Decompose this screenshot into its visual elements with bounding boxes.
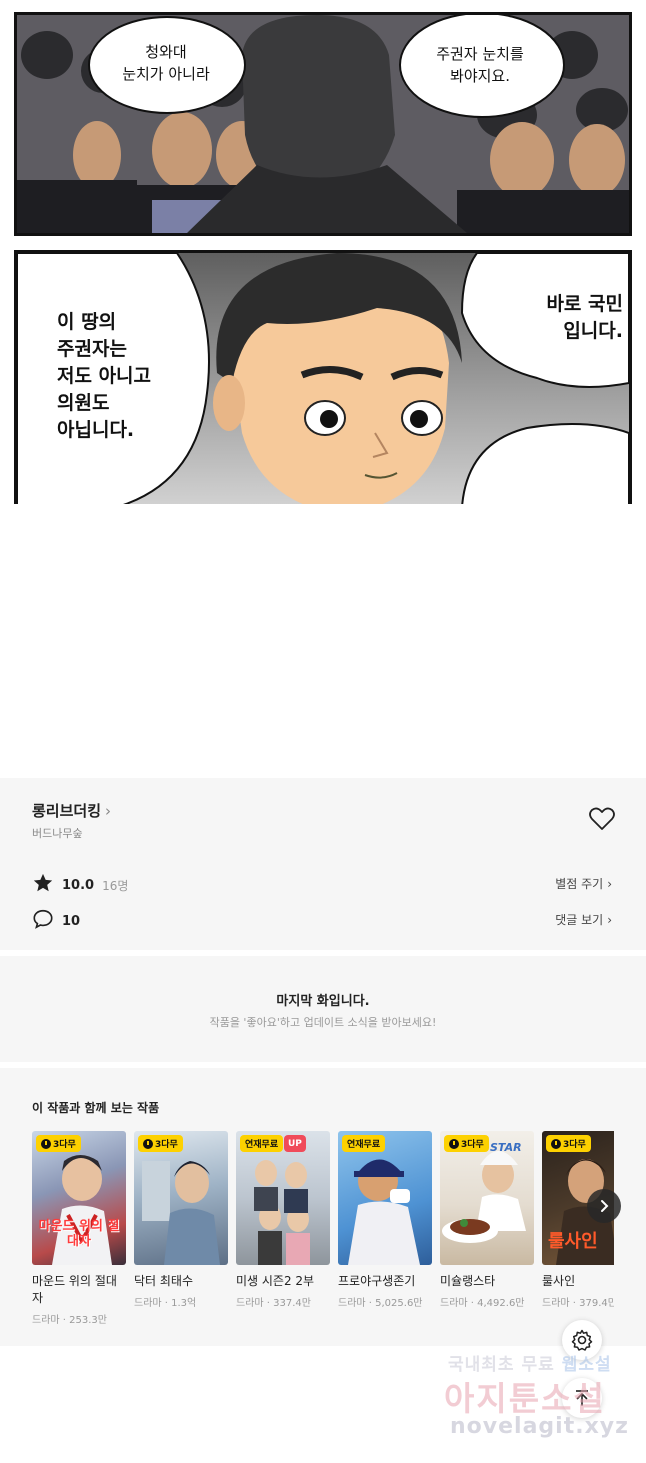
clock-icon	[449, 1138, 459, 1149]
work-meta: 드라마 · 4,492.6만	[440, 1298, 525, 1309]
cover-title-text: 룰사인	[548, 1231, 598, 1252]
work-title: 룰사인	[542, 1274, 576, 1288]
work-card[interactable]: 3다무 닥터 최태수 드라마 · 1.3억	[134, 1131, 228, 1309]
site-watermark: 국내최초 무료 웹소설 아지툰소설 novelagit.xyz	[444, 1348, 640, 1448]
work-title: 프로야구생존기	[338, 1274, 416, 1288]
viewer-settings-button[interactable]	[562, 1320, 602, 1360]
bubble-line: 입니다.	[563, 320, 623, 342]
comment-row: 10	[32, 908, 80, 934]
bubble-line: 이 땅의	[57, 311, 117, 333]
clock-icon	[41, 1138, 51, 1149]
work-title: 마운드 위의 절대자	[32, 1274, 117, 1305]
work-card[interactable]: 3다무 마운드 위의 절대자 마운드 위의 절대자 드라마 · 253.3만	[32, 1131, 126, 1326]
carousel-next-button[interactable]	[587, 1189, 621, 1223]
bubble-line: 주권자 눈치를	[436, 45, 524, 63]
bubble-line: 바로 국민	[546, 293, 623, 315]
work-thumbnail: 연재무료	[338, 1131, 432, 1265]
wait-free-badge: 3다무	[138, 1135, 183, 1152]
bubble-line: 아닙니다.	[57, 419, 135, 441]
bubble-line: 의원도	[57, 392, 110, 414]
series-title: 롱리브더킹	[32, 802, 102, 820]
clock-icon	[551, 1138, 561, 1149]
last-episode-subtitle: 작품을 '좋아요'하고 업데이트 소식을 받아보세요!	[209, 1016, 437, 1029]
rate-button[interactable]: 별점 주기 ›	[555, 875, 612, 892]
watermark-line: 국내최초 무료	[448, 1355, 555, 1375]
recommendation-carousel[interactable]: 3다무 마운드 위의 절대자 마운드 위의 절대자 드라마 · 253.3만 3…	[32, 1131, 614, 1341]
work-title: 닥터 최태수	[134, 1274, 194, 1288]
work-meta: 드라마 · 337.4만	[236, 1298, 311, 1309]
chevron-right-icon: ›	[105, 801, 112, 820]
work-thumbnail: 3다무	[134, 1131, 228, 1265]
rate-button-label: 별점 주기	[555, 877, 604, 891]
rating-row: 10.0 16명	[32, 872, 128, 898]
heart-outline-icon[interactable]	[588, 806, 616, 832]
work-thumbnail: 3다무 STAR	[440, 1131, 534, 1265]
wait-free-badge: 3다무	[546, 1135, 591, 1152]
work-title: 미슐랭스타	[440, 1274, 496, 1288]
comic-panel-1: 청와대 눈치가 아니라 주권자 눈치를 봐야지요.	[14, 12, 632, 236]
series-author: 버드나무숲	[32, 827, 83, 840]
comic-panel-2: 이 땅의 주권자는 저도 아니고 의원도 아닙니다. 바로 국민 입니다.	[14, 250, 632, 504]
bubble-line: 청와대	[145, 43, 187, 61]
speech-bubble-icon	[32, 908, 54, 934]
comments-button[interactable]: 댓글 보기 ›	[555, 911, 612, 928]
work-meta: 드라마 · 379.4만	[542, 1298, 614, 1309]
cover-title-text: STAR	[490, 1141, 522, 1154]
comments-button-label: 댓글 보기	[555, 913, 604, 927]
work-meta: 드라마 · 1.3억	[134, 1298, 197, 1309]
free-serial-badge: 연재무료	[240, 1135, 284, 1152]
bubble-line: 눈치가 아니라	[122, 65, 210, 83]
work-card[interactable]: 연재무료 프로야구생존기 드라마 · 5,025.6만	[338, 1131, 432, 1309]
star-icon	[32, 872, 54, 898]
cover-title-text: 마운드 위의 절대자	[38, 1219, 120, 1249]
last-episode-title: 마지막 화입니다.	[276, 994, 370, 1009]
update-badge: UP	[284, 1135, 306, 1152]
work-meta: 드라마 · 253.3만	[32, 1315, 107, 1326]
last-episode-notice: 마지막 화입니다. 작품을 '좋아요'하고 업데이트 소식을 받아보세요!	[0, 956, 646, 1062]
work-thumbnail: 3다무 마운드 위의 절대자	[32, 1131, 126, 1265]
work-card[interactable]: 연재무료 UP 미생 시즌2 2부 드라마 · 337.4만	[236, 1131, 330, 1309]
watermark-line: novelagit.xyz	[450, 1414, 629, 1439]
wait-free-badge: 3다무	[444, 1135, 489, 1152]
bubble-line: 저도 아니고	[57, 365, 152, 387]
arrow-up-icon	[576, 1390, 588, 1406]
work-meta: 드라마 · 5,025.6만	[338, 1298, 423, 1309]
rating-value: 10.0	[62, 877, 95, 893]
recommendation-title: 이 작품과 함께 보는 작품	[32, 1101, 160, 1115]
series-info-section: 롱리브더킹 › 버드나무숲 10.0 16명 별점 주기 › 10 댓글 보기 …	[0, 778, 646, 950]
bubble-line: 봐야지요.	[450, 67, 510, 85]
wait-free-badge: 3다무	[36, 1135, 81, 1152]
work-title: 미생 시즌2 2부	[236, 1274, 315, 1288]
free-serial-badge: 연재무료	[342, 1135, 386, 1152]
work-card[interactable]: 3다무 STAR 미슐랭스타 드라마 · 4,492.6만	[440, 1131, 534, 1309]
work-thumbnail: 연재무료 UP	[236, 1131, 330, 1265]
comment-count: 10	[62, 913, 81, 929]
gear-icon	[571, 1329, 593, 1351]
chevron-right-icon: ›	[607, 912, 612, 927]
bubble-line: 주권자는	[57, 338, 127, 360]
series-title-link[interactable]: 롱리브더킹 ›	[32, 800, 111, 821]
chevron-right-icon	[601, 1200, 609, 1212]
scroll-top-button[interactable]	[562, 1378, 602, 1418]
chevron-right-icon: ›	[607, 876, 612, 891]
recommendation-section: 이 작품과 함께 보는 작품 3다무 마운드 위의 절대자 마운드 위의 절대자…	[0, 1068, 646, 1346]
rating-count: 16명	[102, 878, 129, 893]
clock-icon	[143, 1138, 153, 1149]
